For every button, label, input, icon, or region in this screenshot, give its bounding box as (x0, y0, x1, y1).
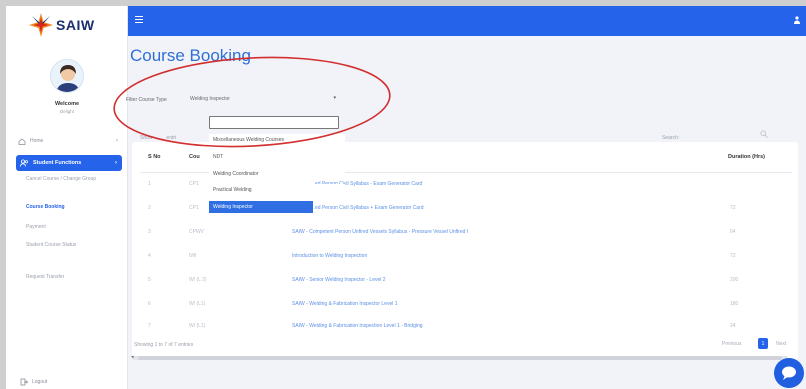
table-row[interactable]: 7 WI (L1) SAIW - Welding & Fabrication I… (132, 319, 798, 335)
row-course-link[interactable]: SAIW - Welding & Fabrication Inspection … (292, 323, 423, 329)
hamburger-menu-icon[interactable] (135, 16, 143, 24)
row-course-link[interactable]: SAIW - Welding & Fabrication Inspector L… (292, 301, 398, 307)
scrollbar-thumb[interactable] (138, 356, 782, 360)
top-bar (128, 6, 806, 36)
logout-label: Logout (32, 379, 48, 385)
row-course-link[interactable]: SAIW - Senior Welding Inspector - Level … (292, 277, 386, 283)
scroll-left-arrow-icon[interactable]: ◂ (131, 354, 134, 360)
filter-course-type-label: Filter Course Type (126, 97, 167, 103)
table-row[interactable]: 6 WI (L1) SAIW - Welding & Fabrication I… (132, 297, 798, 313)
row-sno: 7 (148, 323, 151, 329)
column-header-sno[interactable]: S No (148, 142, 161, 172)
table-row[interactable]: 5 WI (L 2) SAIW - Senior Welding Inspect… (132, 273, 798, 289)
avatar[interactable] (50, 59, 84, 93)
entries-text: entri (166, 135, 177, 141)
row-sno: 6 (148, 301, 151, 307)
row-sno: 4 (148, 253, 151, 259)
row-duration: 180 (730, 301, 739, 307)
row-duration: 200 (730, 277, 739, 283)
sidebar: SAIW Welcome Delight Home › Student Func… (6, 6, 128, 389)
row-code: WI (L1) (189, 301, 206, 307)
search-icon[interactable] (760, 130, 768, 138)
logout-link[interactable]: Logout (20, 378, 47, 386)
dropdown-option-ndt[interactable]: NDT (209, 151, 345, 163)
row-sno: 5 (148, 277, 151, 283)
row-duration: 24 (730, 323, 736, 329)
chat-button[interactable] (774, 358, 804, 388)
pagination-next[interactable]: Next (776, 341, 786, 347)
user-avatar-icon (56, 65, 80, 92)
sidebar-subitem-payment[interactable]: Payment (26, 224, 116, 231)
dropdown-option-welding-inspector[interactable]: Welding Inspector (209, 201, 313, 213)
table-row[interactable]: 4 IWI Introduction to Welding Inspection… (132, 249, 798, 265)
star-logo-icon (29, 13, 53, 37)
row-sno: 3 (148, 229, 151, 235)
row-duration: 72 (730, 253, 736, 259)
sidebar-item-student-functions[interactable]: Student Functions › (16, 155, 122, 171)
sidebar-item-home-label: Home (30, 138, 44, 144)
row-duration: 64 (730, 229, 736, 235)
course-type-dropdown-list: Miscellaneous Welding Courses NDT Weldin… (209, 134, 345, 214)
entries-info: Showing 1 to 7 of 7 entries (134, 342, 194, 348)
horizontal-scrollbar[interactable]: ◂ (131, 354, 788, 360)
welcome-subtext: Delight (59, 109, 74, 114)
row-code: WI (L 2) (189, 277, 207, 283)
chevron-down-icon: ▾ (333, 95, 336, 101)
welcome-text: Welcome (54, 101, 80, 107)
search-label: Search: (662, 135, 680, 141)
chat-bubble-icon (782, 366, 796, 380)
dropdown-option-misc-welding[interactable]: Miscellaneous Welding Courses (209, 134, 345, 146)
sidebar-subitem-course-booking[interactable]: Course Booking (26, 204, 116, 211)
course-type-select[interactable]: Welding Inspector ▾ (184, 92, 340, 106)
logo-text: SAIW (56, 17, 95, 33)
users-icon (20, 159, 29, 167)
course-type-select-value: Welding Inspector (190, 96, 230, 102)
sidebar-item-student-functions-label: Student Functions (33, 160, 82, 166)
page-title: Course Booking (130, 46, 251, 65)
pagination-previous[interactable]: Previous (722, 341, 741, 347)
row-code: IWI (189, 253, 197, 259)
chevron-right-icon: › (115, 160, 117, 166)
row-code: CPWV (189, 229, 204, 235)
row-code: CP1 (189, 181, 199, 187)
sidebar-subitem-cancel-course[interactable]: Cancel Course / Change Group (26, 176, 116, 183)
saiw-logo[interactable]: SAIW (28, 12, 108, 38)
row-code: WI (L1) (189, 323, 206, 329)
chevron-right-icon: › (116, 138, 118, 144)
show-entries-text: Show (140, 135, 153, 141)
sidebar-subitem-request-transfer[interactable]: Request Transfer (26, 274, 116, 281)
row-duration: 72 (730, 205, 736, 211)
column-header-duration[interactable]: Duration (Hrs) (728, 142, 765, 172)
table-row[interactable]: 3 CPWV SAIW - Competent Person Unfired V… (132, 225, 798, 241)
row-sno: 1 (148, 181, 151, 187)
dropdown-option-practical-welding[interactable]: Practical Welding (209, 184, 345, 196)
show-entries-label: Show entri (140, 135, 176, 141)
pagination-page-1[interactable]: 1 (758, 338, 768, 349)
row-course-link[interactable]: SAIW - Competent Person Unfired Vessels … (292, 229, 468, 235)
row-course-link[interactable]: Introduction to Welding Inspection (292, 253, 367, 259)
sidebar-item-home[interactable]: Home › (18, 136, 118, 146)
home-icon (18, 137, 26, 145)
row-code: CP1 (189, 205, 199, 211)
dropdown-search-input[interactable] (209, 116, 339, 129)
dropdown-option-welding-coordinator[interactable]: Welding Coordinator (209, 168, 345, 180)
logout-icon (20, 378, 28, 386)
user-profile-icon[interactable] (794, 16, 800, 24)
row-sno: 2 (148, 205, 151, 211)
sidebar-subitem-student-course-status[interactable]: Student Course Status (26, 242, 86, 249)
column-header-course-code[interactable]: Cou (189, 142, 200, 172)
